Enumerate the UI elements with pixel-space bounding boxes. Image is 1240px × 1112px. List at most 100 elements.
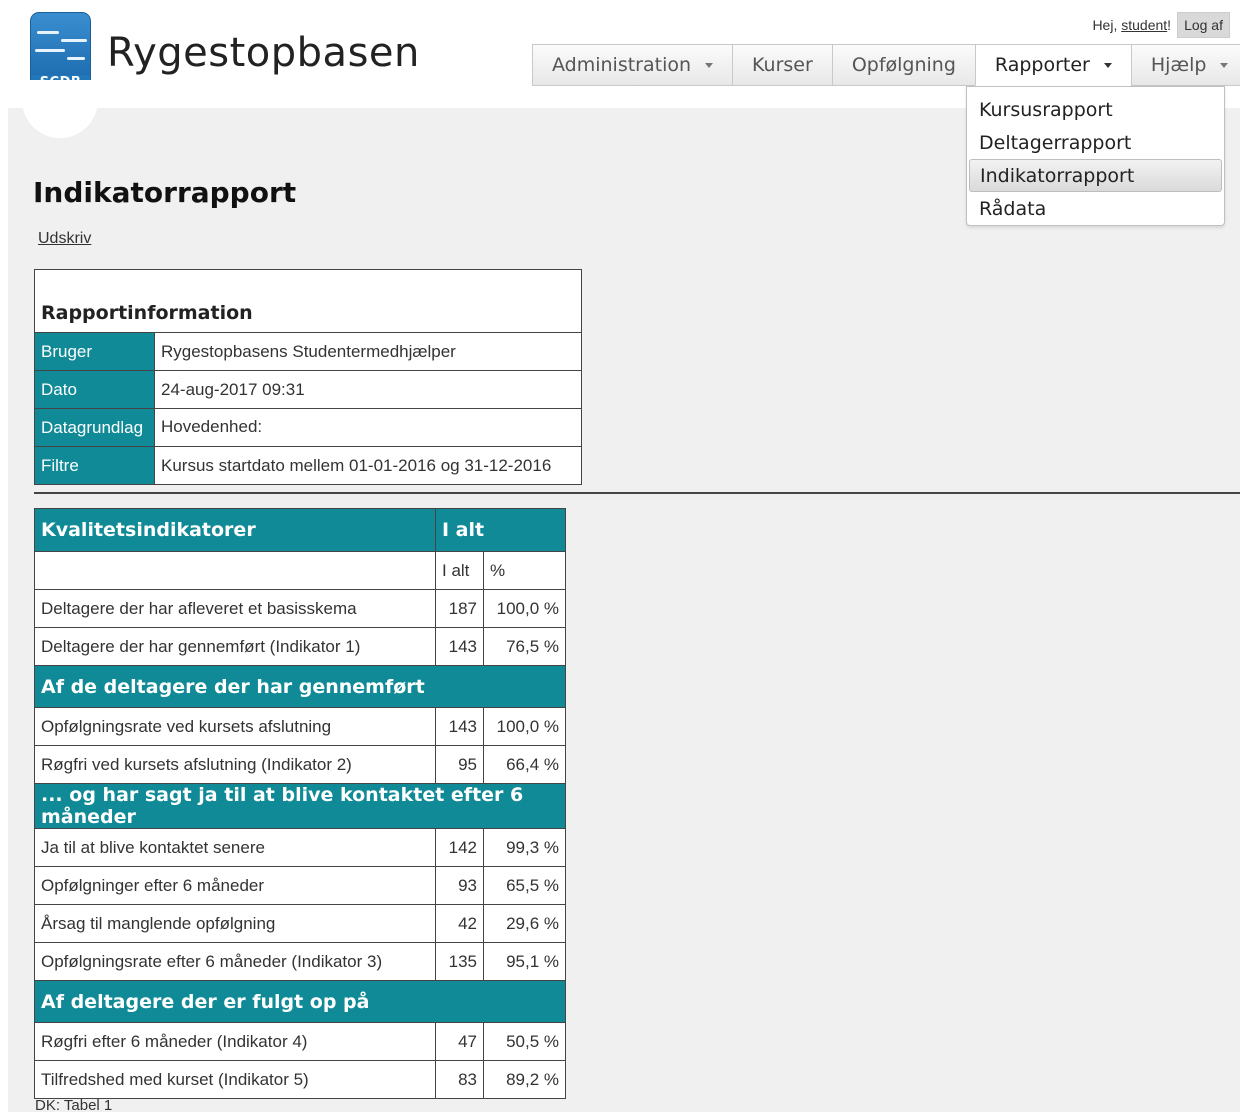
table-row: Ja til at blive kontaktet senere 142 99,… [34, 828, 566, 867]
nav-opfolgning[interactable]: Opfølgning [831, 44, 975, 86]
row-count: 187 [435, 589, 484, 628]
section-header-row: ... og har sagt ja til at blive kontakte… [34, 783, 566, 829]
column-header-indicators: Kvalitetsindikatorer [34, 508, 436, 552]
table-row: Årsag til manglende opfølgning 42 29,6 % [34, 904, 566, 943]
nav-administration[interactable]: Administration [532, 44, 733, 86]
info-label: Bruger [34, 332, 155, 371]
menu-item-indikatorrapport[interactable]: Indikatorrapport [969, 159, 1222, 192]
section-title: Af de deltagere der har gennemført [34, 665, 566, 708]
section-header-row: Af de deltagere der har gennemført [34, 665, 566, 708]
info-value: Hovedenhed: [161, 416, 263, 436]
table-row: Deltagere der har gennemført (Indikator … [34, 627, 566, 666]
nav-label: Rapporter [994, 54, 1090, 76]
info-label: Datagrundlag [34, 408, 155, 447]
nav-label: Administration [552, 54, 692, 76]
info-value-cell: Hovedenhed: [154, 408, 582, 447]
table-row: Deltagere der har afleveret et basisskem… [34, 589, 566, 628]
row-count: 135 [435, 942, 484, 981]
table-row: Datagrundlag Hovedenhed: [34, 408, 582, 447]
logout-button[interactable]: Log af [1177, 12, 1230, 38]
menu-item-kursusrapport[interactable]: Kursusrapport [969, 93, 1222, 126]
row-label: Opfølgningsrate ved kursets afslutning [34, 707, 436, 746]
table-row: Bruger Rygestopbasens Studentermedhjælpe… [34, 332, 582, 371]
menu-item-radata[interactable]: Rådata [969, 192, 1222, 225]
table-subheader-row: I alt % [34, 551, 566, 590]
row-percent: 95,1 % [483, 942, 566, 981]
greeting: Hej, student! [1092, 17, 1171, 33]
row-percent: 29,6 % [483, 904, 566, 943]
row-percent: 50,5 % [483, 1022, 566, 1061]
row-label: Opfølgningsrate efter 6 måneder (Indikat… [34, 942, 436, 981]
row-percent: 99,3 % [483, 828, 566, 867]
nav-kurser[interactable]: Kurser [732, 44, 832, 86]
table-row: Dato 24-aug-2017 09:31 [34, 370, 582, 409]
logo-stripe [35, 49, 65, 52]
row-count: 47 [435, 1022, 484, 1061]
nav-label: Hjælp [1150, 54, 1207, 76]
quality-indicators-table: Kvalitetsindikatorer I alt I alt % Delta… [34, 508, 566, 1099]
empty-cell [34, 551, 436, 590]
row-label: Opfølgninger efter 6 måneder [34, 866, 436, 905]
divider [34, 492, 1240, 494]
table-caption: DK: Tabel 1 [35, 1097, 113, 1112]
row-count: 142 [435, 828, 484, 867]
row-count: 143 [435, 707, 484, 746]
table-row: Opfølgninger efter 6 måneder 93 65,5 % [34, 866, 566, 905]
row-label: Ja til at blive kontaktet senere [34, 828, 436, 867]
row-label: Årsag til manglende opfølgning [34, 904, 436, 943]
info-value: Rygestopbasens Studentermedhjælper [154, 332, 582, 371]
section-title: Af deltagere der er fulgt op på [34, 980, 566, 1023]
row-count: 83 [435, 1060, 484, 1099]
row-label: Røgfri ved kursets afslutning (Indikator… [34, 745, 436, 784]
row-percent: 100,0 % [483, 707, 566, 746]
logo-sky [31, 13, 90, 75]
subheader-percent: % [483, 551, 566, 590]
chevron-down-icon [705, 62, 714, 68]
nav-label: Opfølgning [851, 54, 956, 76]
row-percent: 76,5 % [483, 627, 566, 666]
rapporter-dropdown-menu: Kursusrapport Deltagerrapport Indikatorr… [966, 86, 1225, 226]
row-count: 93 [435, 866, 484, 905]
chevron-down-icon [1103, 62, 1112, 68]
table-row: Røgfri efter 6 måneder (Indikator 4) 47 … [34, 1022, 566, 1061]
greeting-suffix: ! [1167, 17, 1172, 33]
row-count: 42 [435, 904, 484, 943]
brand-name[interactable]: Rygestopbasen [107, 30, 420, 76]
info-heading: Rapportinformation [34, 269, 582, 333]
table-row: Filtre Kursus startdato mellem 01-01-201… [34, 446, 582, 485]
menu-item-deltagerrapport[interactable]: Deltagerrapport [969, 126, 1222, 159]
table-row: Røgfri ved kursets afslutning (Indikator… [34, 745, 566, 784]
subheader-count: I alt [435, 551, 484, 590]
table-row: Opfølgningsrate efter 6 måneder (Indikat… [34, 942, 566, 981]
row-label: Tilfredshed med kurset (Indikator 5) [34, 1060, 436, 1099]
info-value: Kursus startdato mellem 01-01-2016 og 31… [154, 446, 582, 485]
info-value: 24-aug-2017 09:31 [154, 370, 582, 409]
info-label: Dato [34, 370, 155, 409]
user-bar: Hej, student! Log af [1092, 12, 1230, 38]
row-count: 95 [435, 745, 484, 784]
nav-hjaelp[interactable]: Hjælp [1130, 44, 1240, 86]
row-label: Deltagere der har gennemført (Indikator … [34, 627, 436, 666]
row-percent: 89,2 % [483, 1060, 566, 1099]
section-header-row: Af deltagere der er fulgt op på [34, 980, 566, 1023]
row-label: Røgfri efter 6 måneder (Indikator 4) [34, 1022, 436, 1061]
table-header-row: Rapportinformation [34, 269, 582, 333]
page-title: Indikatorrapport [33, 176, 297, 209]
nav-label: Kurser [752, 54, 813, 76]
row-percent: 100,0 % [483, 589, 566, 628]
redacted-field [266, 417, 307, 438]
logo-stripe [37, 31, 59, 34]
report-info-table: Rapportinformation Bruger Rygestopbasens… [34, 269, 582, 485]
username-link[interactable]: student [1121, 17, 1167, 33]
row-percent: 65,5 % [483, 866, 566, 905]
table-header-row: Kvalitetsindikatorer I alt [34, 508, 566, 552]
greeting-text: Hej, [1092, 17, 1118, 33]
main-nav: Administration Kurser Opfølgning Rapport… [532, 44, 1240, 86]
table-row: Tilfredshed med kurset (Indikator 5) 83 … [34, 1060, 566, 1099]
nav-rapporter[interactable]: Rapporter [974, 44, 1131, 86]
row-label: Deltagere der har afleveret et basisskem… [34, 589, 436, 628]
table-row: Opfølgningsrate ved kursets afslutning 1… [34, 707, 566, 746]
column-header-total: I alt [435, 508, 566, 552]
logo-stripe [61, 39, 87, 42]
print-link[interactable]: Udskriv [38, 230, 91, 248]
